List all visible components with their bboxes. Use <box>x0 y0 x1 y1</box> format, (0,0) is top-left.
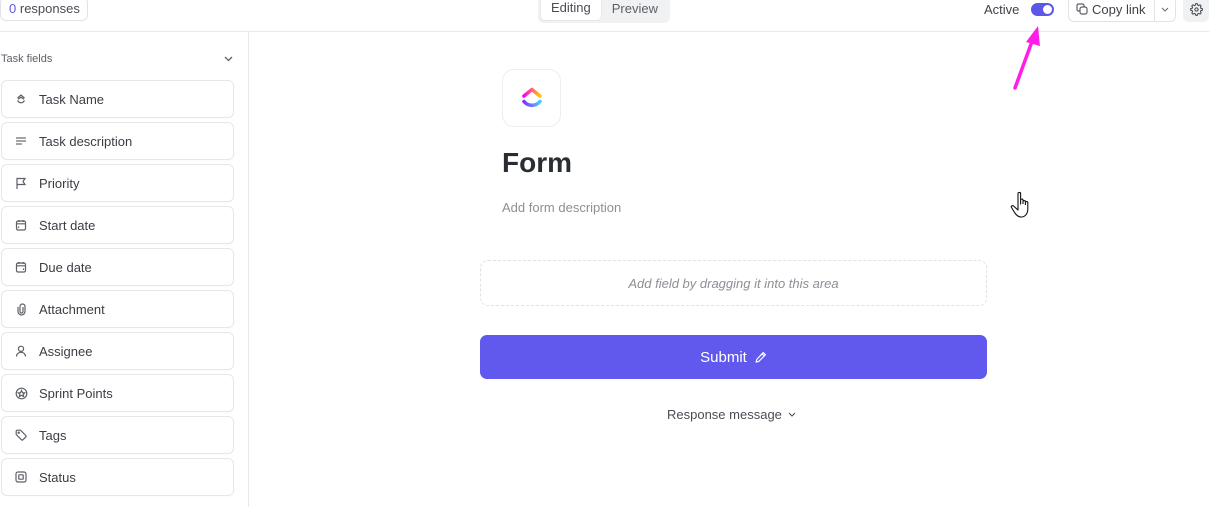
field-sprint-points[interactable]: Sprint Points <box>1 374 234 412</box>
clickup-logo-icon <box>521 87 542 108</box>
field-start-date[interactable]: Start date <box>1 206 234 244</box>
field-label: Status <box>39 469 76 485</box>
copy-link-button[interactable]: Copy link <box>1069 0 1155 21</box>
field-task-description[interactable]: Task description <box>1 122 234 160</box>
task-fields-sidebar: Task fields Task Name Task description P… <box>0 32 249 507</box>
tab-editing[interactable]: Editing <box>540 0 602 21</box>
settings-button[interactable] <box>1183 0 1209 22</box>
chevron-down-icon <box>1161 7 1169 12</box>
paperclip-icon <box>14 302 28 316</box>
field-label: Priority <box>39 175 80 191</box>
form-description-input[interactable]: Add form description <box>502 200 621 215</box>
field-label: Task Name <box>39 91 105 107</box>
field-label: Tags <box>39 427 67 443</box>
copy-link-label: Copy link <box>1092 1 1146 17</box>
form-logo[interactable] <box>502 69 561 127</box>
field-label: Due date <box>39 259 92 275</box>
status-icon <box>14 470 28 484</box>
field-label: Sprint Points <box>39 385 113 401</box>
submit-button[interactable]: Submit <box>480 335 987 379</box>
field-label: Assignee <box>39 343 93 359</box>
field-tags[interactable]: Tags <box>1 416 234 454</box>
dropzone-hint: Add field by dragging it into this area <box>628 275 839 291</box>
mode-toggle: Editing Preview <box>538 0 670 23</box>
field-due-date[interactable]: Due date <box>1 248 234 286</box>
form-title[interactable]: Form <box>502 147 572 179</box>
field-label: Attachment <box>39 301 105 317</box>
sprint-points-icon <box>14 386 28 400</box>
toggle-knob <box>1043 5 1052 14</box>
calendar-due-icon <box>14 260 28 274</box>
field-task-name[interactable]: Task Name <box>1 80 234 118</box>
field-priority[interactable]: Priority <box>1 164 234 202</box>
chevron-down-icon <box>224 56 233 62</box>
tab-preview[interactable]: Preview <box>602 0 668 21</box>
chevron-down-icon <box>788 412 796 417</box>
responses-button[interactable]: 0 responses <box>0 0 88 21</box>
annotation-arrow-icon <box>1013 26 1040 90</box>
task-fields-title: Task fields <box>1 53 53 65</box>
submit-label: Submit <box>700 348 747 366</box>
response-message-label: Response message <box>667 407 782 422</box>
tag-icon <box>14 428 28 442</box>
pencil-icon <box>755 351 767 363</box>
active-toggle[interactable] <box>1031 3 1054 16</box>
field-list: Task Name Task description Priority Star… <box>1 80 234 500</box>
calendar-start-icon <box>14 218 28 232</box>
field-label: Task description <box>39 133 133 149</box>
task-fields-header[interactable]: Task fields <box>1 51 233 67</box>
hand-pointer-cursor-icon <box>1010 191 1029 218</box>
user-icon <box>14 344 28 358</box>
copy-link-group: Copy link <box>1068 0 1176 22</box>
flag-icon <box>14 176 28 190</box>
copy-icon <box>1076 3 1088 15</box>
response-message-toggle[interactable]: Response message <box>667 407 796 422</box>
field-status[interactable]: Status <box>1 458 234 496</box>
field-dropzone[interactable]: Add field by dragging it into this area <box>480 260 987 306</box>
field-label: Start date <box>39 217 96 233</box>
text-lines-icon <box>14 134 28 148</box>
field-assignee[interactable]: Assignee <box>1 332 234 370</box>
responses-count: 0 <box>9 1 17 16</box>
field-attachment[interactable]: Attachment <box>1 290 234 328</box>
active-label: Active <box>984 2 1020 17</box>
responses-label: responses <box>19 1 80 16</box>
task-name-icon <box>14 92 28 106</box>
gear-icon <box>1189 2 1203 16</box>
copy-link-dropdown[interactable] <box>1155 0 1175 21</box>
